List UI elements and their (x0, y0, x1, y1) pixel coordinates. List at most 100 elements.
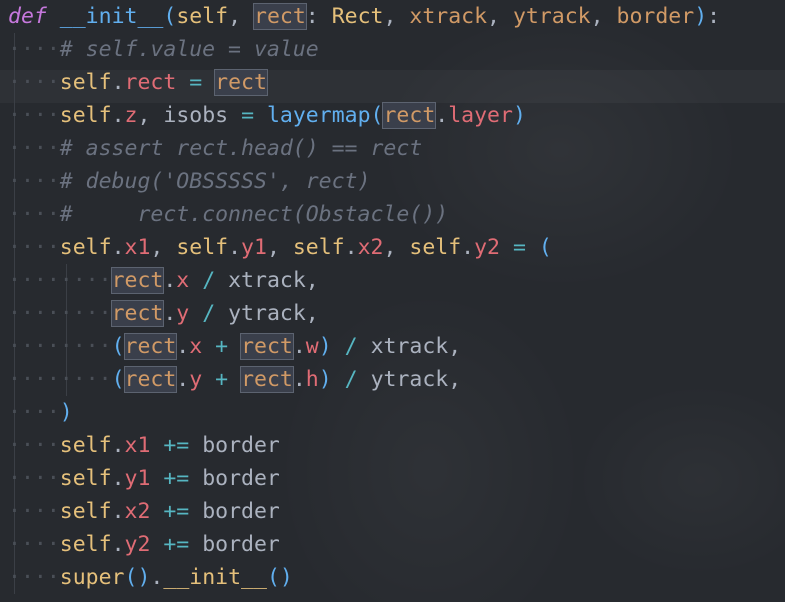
code-operator: / (202, 301, 216, 326)
code-operator: / (344, 367, 358, 392)
code-comment: # debug('OBSSSSS', rect) (59, 169, 371, 194)
code-line-text: ····# debug('OBSSSSS', rect) (0, 169, 370, 194)
code-builtin: super (59, 565, 125, 590)
code-line[interactable]: ····self.rect = rect (0, 66, 720, 99)
code-self: self (59, 235, 112, 260)
code-attribute: y (176, 301, 190, 326)
code-line-text: ········(rect.y + rect.h) / ytrack, (0, 366, 462, 393)
code-punctuation: . (435, 103, 449, 128)
code-line[interactable]: ····) (0, 396, 720, 429)
code-line[interactable]: ····super().__init__() (0, 561, 720, 594)
code-punctuation: , (137, 103, 151, 128)
indent-whitespace: ···· (8, 70, 60, 95)
code-line-text: ····self.y2 += border (0, 532, 280, 557)
indent-whitespace: ···· (8, 433, 60, 458)
code-punctuation: , (383, 4, 397, 29)
code-punctuation: ) (512, 103, 526, 128)
code-line[interactable]: ····self.y1 += border (0, 462, 720, 495)
code-punctuation: , (590, 4, 604, 29)
code-attribute: rect (124, 70, 177, 95)
code-line[interactable]: ····self.z, isobs = layermap(rect.layer) (0, 99, 720, 132)
code-comment: # self.value = value (59, 37, 319, 62)
code-attribute: y2 (474, 235, 500, 260)
code-parameter: xtrack (409, 4, 488, 29)
code-identifier: border (202, 466, 280, 491)
code-editor[interactable]: def __init__(self, rect: Rect, xtrack, y… (0, 0, 785, 602)
code-punctuation: , (448, 334, 462, 359)
code-area[interactable]: def __init__(self, rect: Rect, xtrack, y… (0, 0, 720, 594)
indent-whitespace: ········ (8, 268, 112, 293)
indent-whitespace: ···· (8, 37, 60, 62)
code-operator: += (163, 532, 190, 557)
code-operator: / (344, 334, 358, 359)
code-function: __init__ (59, 4, 164, 29)
code-self: self (59, 466, 112, 491)
code-punctuation: ) (137, 565, 151, 590)
code-identifier: xtrack (370, 334, 449, 359)
code-line[interactable]: def __init__(self, rect: Rect, xtrack, y… (0, 0, 720, 33)
code-comment: # assert rect.head() == rect (59, 136, 423, 161)
code-punctuation: , (448, 367, 462, 392)
code-line-text: ····self.y1 += border (0, 466, 280, 491)
code-line-text: ····self.x2 += border (0, 499, 280, 524)
code-self: self (409, 235, 462, 260)
code-punctuation: . (176, 334, 190, 359)
indent-whitespace: ···· (8, 400, 60, 425)
code-line-text: ····) (0, 400, 73, 425)
code-self: self (292, 235, 345, 260)
code-line[interactable]: ····self.x1, self.y1, self.x2, self.y2 =… (0, 231, 720, 264)
code-line-text: ····# assert rect.head() == rect (0, 136, 422, 161)
indent-whitespace: ········ (8, 367, 112, 392)
code-line[interactable]: ····self.y2 += border (0, 528, 720, 561)
code-punctuation: ) (59, 400, 73, 425)
code-line[interactable]: ····# rect.connect(Obstacle()) (0, 198, 720, 231)
code-punctuation: . (344, 235, 358, 260)
code-line[interactable]: ········rect.y / ytrack, (0, 297, 720, 330)
indent-whitespace: ········ (8, 334, 112, 359)
code-line[interactable]: ····self.x1 += border (0, 429, 720, 462)
code-line-text: ····self.x1, self.y1, self.x2, self.y2 =… (0, 235, 552, 260)
code-self: self (59, 499, 112, 524)
code-line[interactable]: ····# debug('OBSSSSS', rect) (0, 165, 720, 198)
code-line[interactable]: ····self.x2 += border (0, 495, 720, 528)
code-punctuation: ( (266, 565, 280, 590)
code-punctuation: . (111, 532, 125, 557)
code-parameter: rect (214, 69, 268, 96)
code-punctuation: ( (538, 235, 552, 260)
code-punctuation: . (292, 334, 306, 359)
code-punctuation: . (150, 565, 164, 590)
code-line[interactable]: ········(rect.x + rect.w) / xtrack, (0, 330, 720, 363)
code-punctuation: : (707, 4, 721, 29)
code-punctuation: ) (318, 367, 332, 392)
code-punctuation: , (305, 301, 319, 326)
indent-whitespace: ···· (8, 169, 60, 194)
code-parameter: border (616, 4, 695, 29)
code-attribute: h (305, 367, 319, 392)
code-line-text: ····super().__init__() (0, 565, 293, 590)
code-punctuation: ( (111, 334, 125, 359)
code-attribute: y1 (241, 235, 267, 260)
code-attribute: y1 (124, 466, 151, 491)
code-operator: = (189, 70, 203, 95)
code-attribute: x (176, 268, 190, 293)
code-operator: = (241, 103, 255, 128)
code-line[interactable]: ····# assert rect.head() == rect (0, 132, 720, 165)
code-punctuation: . (111, 235, 125, 260)
code-punctuation: ) (318, 334, 332, 359)
code-operator: / (202, 268, 216, 293)
indent-whitespace: ···· (8, 532, 60, 557)
code-parameter: rect (240, 366, 294, 393)
code-line-text: ····self.z, isobs = layermap(rect.layer) (0, 102, 526, 129)
code-parameter: rect (382, 102, 437, 129)
code-line[interactable]: ····# self.value = value (0, 33, 720, 66)
code-attribute: z (124, 103, 138, 128)
code-punctuation: ( (163, 4, 177, 29)
code-attribute: layer (448, 103, 513, 128)
code-punctuation: ) (694, 4, 708, 29)
code-line[interactable]: ········(rect.y + rect.h) / ytrack, (0, 363, 720, 396)
code-attribute: x2 (357, 235, 384, 260)
code-parameter: rect (110, 267, 165, 294)
code-attribute: x (189, 334, 203, 359)
code-line[interactable]: ········rect.x / xtrack, (0, 264, 720, 297)
code-line-text: ········(rect.x + rect.w) / xtrack, (0, 333, 462, 360)
